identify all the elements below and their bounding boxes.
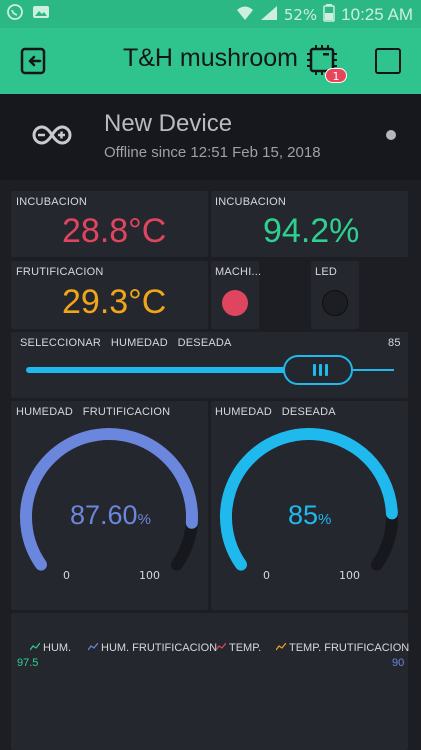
temp-incubacion-value: 28.8°C: [62, 212, 167, 250]
gallery-icon: [32, 4, 50, 24]
legend-item-hum[interactable]: HUM.: [29, 642, 71, 654]
machi-led-indicator: [222, 290, 248, 316]
widget-label: LED: [315, 266, 337, 278]
gauge-min: 0: [63, 569, 70, 582]
gauge-min: 0: [263, 569, 270, 582]
widget-label: INCUBACION: [16, 196, 88, 208]
temp-frutificacion-value: 29.3°C: [62, 283, 167, 321]
slider-handle[interactable]: [283, 355, 353, 385]
whatsapp-icon: [6, 3, 24, 25]
slider-track-empty[interactable]: [352, 369, 394, 371]
signal-icon: [260, 5, 278, 25]
stop-button[interactable]: [375, 48, 401, 74]
legend-item-temp-frutificacion[interactable]: TEMP. FRUTIFICACION: [275, 642, 409, 654]
grip-icon: [313, 364, 328, 376]
series-line-icon: [215, 642, 227, 654]
widget-label: FRUTIFICACION: [16, 266, 104, 278]
battery-percent: 52%: [283, 6, 318, 24]
gauge-value: 85%: [288, 500, 332, 530]
gauge-max: 100: [139, 569, 160, 582]
arduino-icon: [32, 124, 72, 150]
device-name: New Device: [104, 110, 233, 137]
notification-badge: 1: [325, 68, 347, 83]
hum-incubacion-value: 94.2%: [263, 212, 360, 250]
clock: 10:25 AM: [341, 5, 413, 24]
series-line-icon: [29, 642, 41, 654]
status-bar: 52% 10:25 AM: [0, 0, 421, 28]
app-header: T&H mushroom 1: [0, 28, 421, 94]
led-indicator: [322, 290, 348, 316]
series-line-icon: [275, 642, 287, 654]
widget-label: INCUBACION: [215, 196, 287, 208]
history-chart-widget[interactable]: [11, 613, 408, 750]
slider-max-value: 85: [388, 337, 401, 349]
series-line-icon: [87, 642, 99, 654]
slider-track-filled[interactable]: [26, 367, 288, 373]
chart-right-value: 90: [392, 657, 405, 669]
wifi-icon: [236, 5, 254, 25]
legend-item-temp[interactable]: TEMP.: [215, 642, 261, 654]
legend-item-hum-frutificacion[interactable]: HUM. FRUTIFICACION: [87, 642, 217, 654]
connection-status-dot: [386, 130, 396, 140]
chart-left-value: 97.5: [17, 657, 39, 669]
widget-label: MACHI...: [215, 266, 262, 278]
slider-label: SELECCIONAR HUMEDAD DESEADA: [20, 337, 232, 349]
battery-icon: [323, 4, 335, 26]
page-title: T&H mushroom: [122, 44, 299, 72]
gauge-value: 87.60%: [70, 500, 151, 530]
gauge-max: 100: [339, 569, 360, 582]
device-status: Offline since 12:51 Feb 15, 2018: [104, 144, 321, 161]
